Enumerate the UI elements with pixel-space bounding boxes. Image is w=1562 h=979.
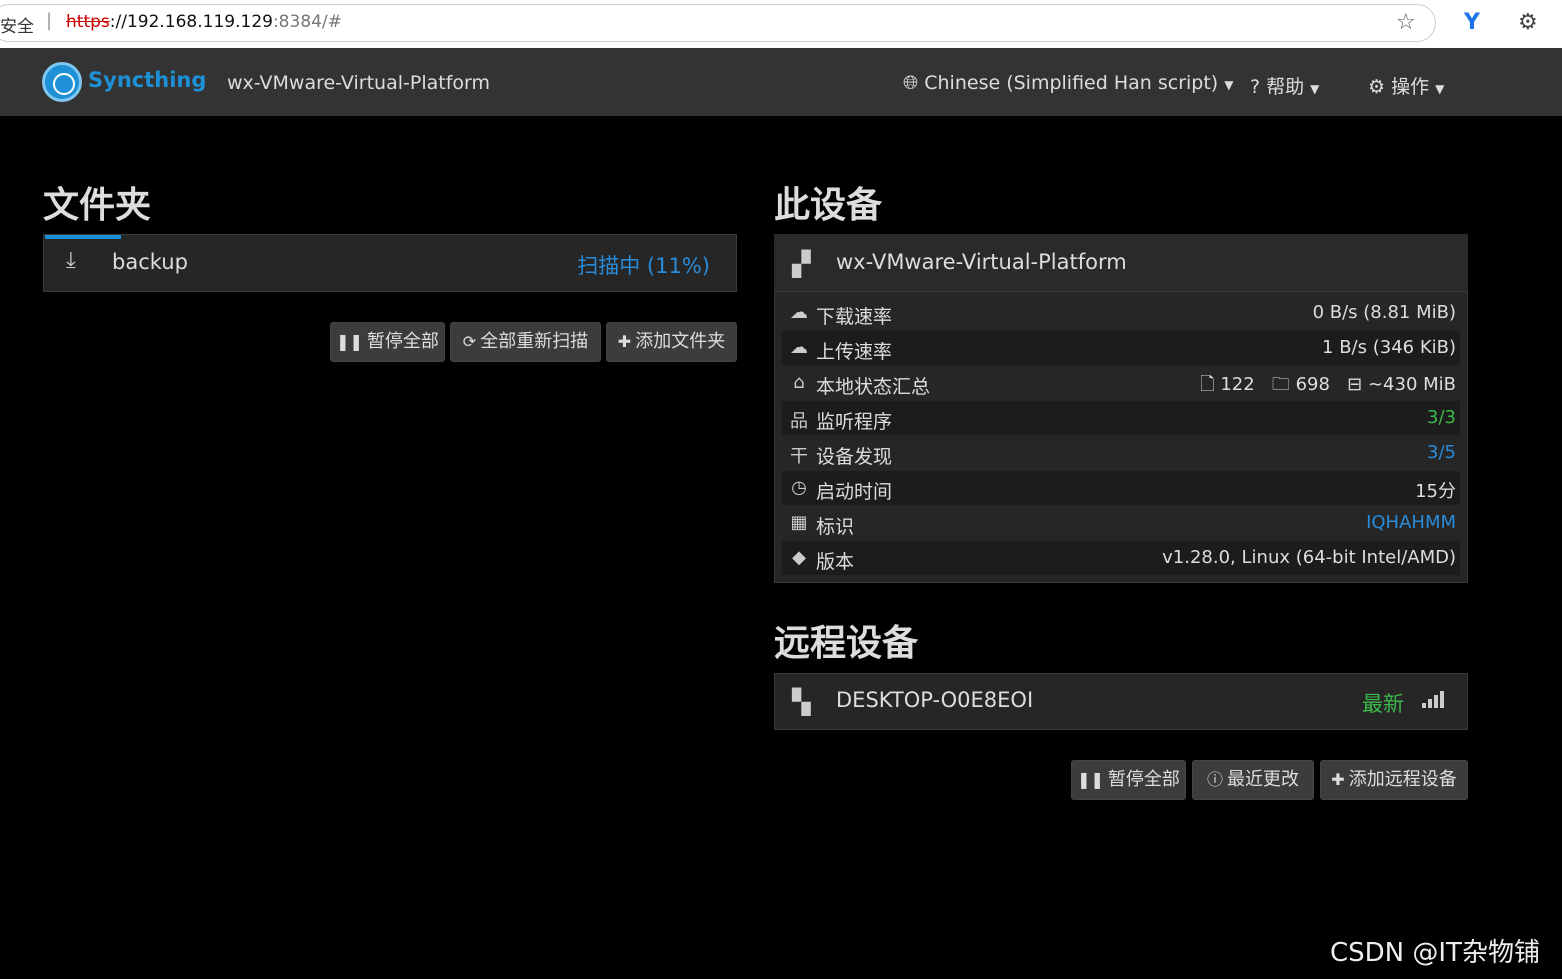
navbar: Syncthing wx-VMware-Virtual-Platform 🌐︎ … xyxy=(0,48,1562,116)
desktop-icon: ▞ xyxy=(792,250,811,278)
actions-menu[interactable]: ⚙ 操作 ▼ xyxy=(1368,72,1444,99)
desktop-icon: ▚ xyxy=(792,688,811,716)
clock-icon: ◷ xyxy=(791,477,807,498)
pause-all-devices-button[interactable]: ❚❚ 暂停全部 xyxy=(1071,760,1186,800)
browser-toolbar: 安全 | https://192.168.119.129:8384/# ☆ Y … xyxy=(0,0,1562,48)
url-scheme: https xyxy=(66,12,110,32)
chevron-down-icon: ▼ xyxy=(1435,82,1445,96)
device-row-version: ◆ 版本 v1.28.0, Linux (64-bit Intel/AMD) xyxy=(782,541,1460,575)
cloud-download-icon: ☁ xyxy=(790,302,808,323)
this-device-heading: 此设备 xyxy=(774,185,883,226)
url-host: ://192.168.119.129 xyxy=(109,12,273,32)
language-menu[interactable]: 🌐︎ Chinese (Simplified Han script) ▼ xyxy=(903,72,1233,94)
help-label: 帮助 xyxy=(1266,76,1305,98)
device-row-local-state: ⌂ 本地状态汇总 🗋︎ 122 🗀︎ 698 ⊟ ~430 MiB xyxy=(782,366,1460,400)
remote-devices-heading: 远程设备 xyxy=(774,623,919,664)
rescan-all-button[interactable]: ⟳ 全部重新扫描 xyxy=(450,322,601,362)
pause-all-folders-button[interactable]: ❚❚ 暂停全部 xyxy=(330,322,445,362)
folder-status: 扫描中 (11%) xyxy=(577,254,710,278)
url-rest: :8384/# xyxy=(272,12,342,32)
home-icon: ⌂ xyxy=(793,372,805,393)
folder-icon: 🗀︎ xyxy=(1271,374,1290,395)
pause-icon: ❚❚ xyxy=(1077,770,1104,789)
hdd-icon: ⊟ xyxy=(1347,374,1363,395)
help-menu[interactable]: ? 帮助 ▼ xyxy=(1250,72,1319,99)
chevron-down-icon: ▼ xyxy=(1224,78,1234,92)
this-device-name: wx-VMware-Virtual-Platform xyxy=(836,250,1127,274)
gear-icon: ⚙ xyxy=(1368,76,1386,98)
folder-scan-progress-bar xyxy=(45,235,121,239)
cloud-upload-icon: ☁ xyxy=(790,337,808,358)
discovery-value[interactable]: 3/5 xyxy=(1427,442,1456,463)
globe-icon: 🌐︎ xyxy=(903,72,919,94)
listeners-value[interactable]: 3/3 xyxy=(1427,407,1456,428)
device-row-discovery: 干 设备发现 3/5 xyxy=(790,442,1456,468)
signpost-icon: 干 xyxy=(790,446,808,467)
remote-device-status: 最新 xyxy=(1362,692,1404,716)
question-circle-icon: ? xyxy=(1250,76,1261,98)
security-label[interactable]: 安全 xyxy=(0,12,34,37)
address-separator: | xyxy=(46,10,53,31)
bookmark-star-icon[interactable]: ☆ xyxy=(1396,10,1416,35)
address-url[interactable]: https://192.168.119.129:8384/# xyxy=(66,12,342,32)
brand-name[interactable]: Syncthing xyxy=(88,68,206,92)
sitemap-icon: 品 xyxy=(790,411,808,432)
qrcode-icon: ▦ xyxy=(790,512,808,533)
pause-icon: ❚❚ xyxy=(336,332,363,351)
device-id-link[interactable]: IQHAHMM xyxy=(1366,512,1456,533)
language-label: Chinese (Simplified Han script) xyxy=(924,72,1219,94)
download-icon: ⤓ xyxy=(66,248,76,273)
local-state-summary: 🗋︎ 122 🗀︎ 698 ⊟ ~430 MiB xyxy=(1200,374,1456,395)
add-remote-device-button[interactable]: ✚ 添加远程设备 xyxy=(1320,760,1468,800)
device-row-upload-rate: ☁ 上传速率 1 B/s (346 KiB) xyxy=(782,331,1460,365)
tag-icon: ◆ xyxy=(792,547,806,568)
actions-label: 操作 xyxy=(1391,76,1430,98)
info-circle-icon: ⓘ xyxy=(1206,770,1223,789)
device-row-identification: ▦ 标识 IQHAHMM xyxy=(782,506,1460,540)
remote-device-name: DESKTOP-O0E8EOI xyxy=(836,688,1034,712)
chevron-down-icon: ▼ xyxy=(1310,82,1320,96)
device-row-listeners: 品 监听程序 3/3 xyxy=(782,401,1460,435)
extension-y-icon[interactable]: Y xyxy=(1464,10,1480,35)
add-folder-button[interactable]: ✚ 添加文件夹 xyxy=(606,322,737,362)
plus-icon: ✚ xyxy=(1331,770,1345,789)
refresh-icon: ⟳ xyxy=(462,332,477,351)
folder-name[interactable]: backup xyxy=(112,250,188,274)
navbar-hostname: wx-VMware-Virtual-Platform xyxy=(227,72,490,94)
folders-heading: 文件夹 xyxy=(43,185,152,226)
watermark: CSDN @IT杂物铺 xyxy=(1330,938,1540,968)
device-row-uptime: ◷ 启动时间 15分 xyxy=(782,471,1460,505)
extensions-puzzle-icon[interactable]: ⚙ xyxy=(1518,10,1538,35)
recent-changes-button[interactable]: ⓘ 最近更改 xyxy=(1192,760,1314,800)
signal-strength-icon xyxy=(1422,690,1444,708)
file-icon: 🗋︎ xyxy=(1200,374,1215,395)
device-row-download-rate: ☁ 下载速率 0 B/s (8.81 MiB) xyxy=(790,302,1456,328)
plus-icon: ✚ xyxy=(617,332,632,351)
syncthing-logo-icon[interactable] xyxy=(42,62,82,102)
